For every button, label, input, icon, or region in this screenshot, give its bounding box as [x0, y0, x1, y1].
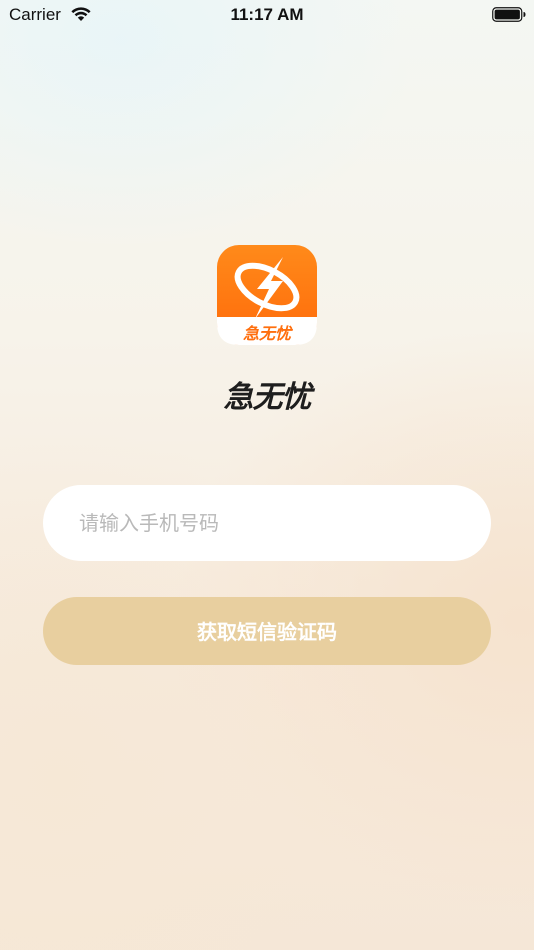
get-sms-code-button[interactable]: 获取短信验证码	[43, 597, 491, 665]
phone-field[interactable]	[43, 485, 491, 561]
app-logo: 急无忧	[217, 245, 317, 345]
logo-wordmark: 急无忧	[242, 324, 291, 343]
phone-input[interactable]	[79, 485, 459, 561]
battery-icon	[492, 7, 526, 22]
status-bar: Carrier 11:17 AM	[0, 0, 534, 30]
status-time: 11:17 AM	[230, 5, 304, 24]
brand-title: 急无忧	[223, 380, 312, 415]
